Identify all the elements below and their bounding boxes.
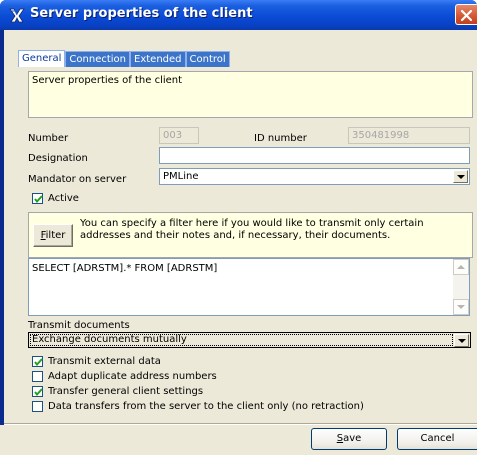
checkmark-icon	[34, 358, 43, 367]
transmit-documents-label: Transmit documents	[28, 320, 130, 331]
tab-control[interactable]: Control	[185, 51, 230, 67]
arrow-down-icon	[457, 305, 465, 309]
transmit-dropdown-button[interactable]	[454, 334, 469, 347]
tab-general[interactable]: General	[18, 50, 66, 67]
sql-scrollbar[interactable]	[453, 259, 469, 315]
filter-button[interactable]: Filter	[33, 224, 73, 247]
scroll-up-button[interactable]	[453, 259, 469, 275]
window-title: Server properties of the client	[30, 6, 253, 21]
filter-hint-line1: You can specify a filter here if you wou…	[80, 218, 424, 229]
number-field: 003	[159, 127, 199, 144]
active-label: Active	[48, 193, 79, 204]
arrow-up-icon	[457, 265, 465, 269]
filter-button-label: ilter	[45, 230, 66, 241]
filter-hint-text: You can specify a filter here if you wou…	[80, 218, 465, 242]
button-bar: Save Cancel	[0, 425, 477, 455]
title-bar[interactable]: Server properties of the client	[0, 0, 477, 30]
active-checkbox[interactable]	[32, 193, 43, 204]
app-icon	[9, 8, 25, 23]
number-label: Number	[28, 133, 69, 144]
checkmark-icon	[34, 195, 43, 204]
option-label-1: Adapt duplicate address numbers	[48, 371, 217, 382]
description-field[interactable]: Server properties of the client	[28, 71, 473, 118]
option-label-2: Transfer general client settings	[48, 386, 204, 397]
option-checkbox-1[interactable]	[32, 371, 43, 382]
close-button[interactable]	[455, 4, 477, 25]
mandator-dropdown-button[interactable]	[453, 170, 468, 183]
transmit-documents-value: Exchange documents mutually	[30, 334, 453, 346]
description-text: Server properties of the client	[32, 75, 183, 86]
designation-label: Designation	[28, 153, 88, 164]
save-button[interactable]: Save	[311, 428, 387, 450]
option-checkbox-2[interactable]	[32, 386, 43, 397]
filter-sql-textarea[interactable]: SELECT [ADRSTM].* FROM [ADRSTM]	[28, 258, 470, 316]
option-label-0: Transmit external data	[48, 356, 161, 367]
mandator-value: PMLine	[163, 171, 199, 182]
chevron-down-icon	[458, 339, 466, 343]
tab-strip: General Connection Extended Control	[18, 50, 230, 67]
save-button-label: ave	[343, 433, 362, 444]
cancel-button[interactable]: Cancel	[397, 428, 477, 450]
mandator-select[interactable]: PMLine	[159, 168, 470, 185]
tab-extended[interactable]: Extended	[130, 51, 186, 67]
id-number-label: ID number	[254, 133, 307, 144]
tab-connection[interactable]: Connection	[65, 51, 131, 67]
id-number-field: 350481998	[348, 127, 470, 144]
filter-sql-text: SELECT [ADRSTM].* FROM [ADRSTM]	[32, 263, 218, 274]
option-checkbox-3[interactable]	[32, 401, 43, 412]
transmit-documents-select[interactable]: Exchange documents mutually	[28, 332, 471, 348]
chevron-down-icon	[457, 175, 465, 179]
close-icon	[460, 9, 473, 22]
option-checkbox-0[interactable]	[32, 356, 43, 367]
checkmark-icon	[34, 388, 43, 397]
scroll-down-button[interactable]	[453, 299, 469, 315]
designation-input[interactable]	[159, 147, 470, 164]
option-label-3: Data transfers from the server to the cl…	[48, 401, 364, 412]
dialog-window: Server properties of the client General …	[0, 0, 477, 455]
filter-hint-line2: addresses and their notes and, if necess…	[80, 230, 391, 241]
mandator-label: Mandator on server	[28, 174, 127, 185]
